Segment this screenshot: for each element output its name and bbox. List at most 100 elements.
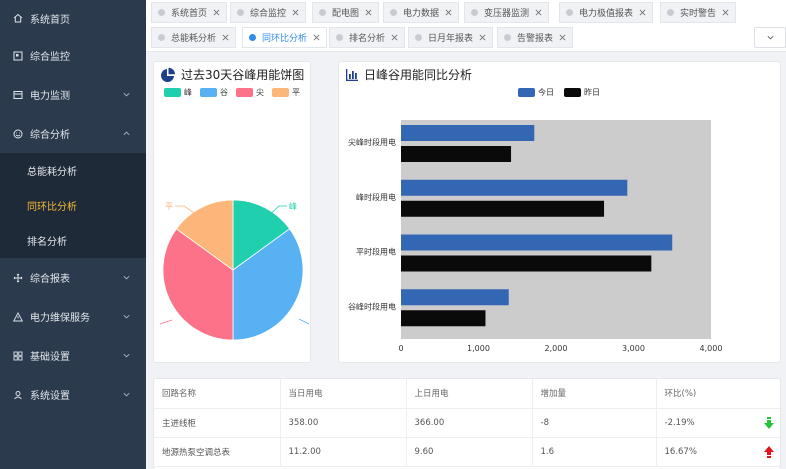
sub-item-yoy-analysis[interactable]: 同环比分析 (0, 188, 146, 223)
close-icon[interactable] (391, 34, 398, 41)
tab-label: 电力极值报表 (579, 9, 634, 19)
legend-item-ping[interactable]: 平 (272, 87, 300, 98)
nav-item-analysis[interactable]: 综合分析 (0, 114, 146, 153)
arrow-up-icon (764, 445, 774, 458)
table-header-cell: 增加量 (532, 379, 657, 409)
tab-label: 变压器监测 (484, 9, 530, 19)
tab-dot (237, 9, 244, 16)
nav-item-reports[interactable]: 综合报表 (0, 258, 146, 297)
bar-today-2[interactable] (401, 234, 673, 251)
tab-alarm-report[interactable]: 告警报表 (497, 27, 574, 48)
tab-menu-button[interactable] (754, 27, 786, 48)
sub-item-total-energy[interactable]: 总能耗分析 (0, 153, 146, 188)
home-icon (13, 13, 23, 23)
nav-label: 系统设置 (30, 391, 70, 402)
pie-label-feng: 峰 (289, 201, 297, 211)
tab-distribution[interactable]: 配电图 (312, 2, 380, 23)
grid-icon (13, 51, 23, 61)
user-icon (13, 390, 23, 400)
pie-chart-icon (161, 67, 175, 82)
bar-chart-card: 日峰谷用能同比分析 今日 昨日 尖峰时段用电 峰时段用电 平时段用电 谷峰时段用电 0 1… (338, 61, 781, 363)
nav-item-monitoring[interactable]: 综合监控 (0, 36, 146, 75)
tab-total-energy[interactable]: 总能耗分析 (151, 27, 237, 48)
table-header-row: 回路名称 当日用电 上日用电 增加量 环比(%) (154, 379, 780, 409)
tab-dot (158, 34, 165, 41)
nav-item-basic-settings[interactable]: 基础设置 (0, 336, 146, 375)
close-icon[interactable] (535, 9, 542, 16)
y-tick-label: 平时段用电 (356, 247, 396, 257)
tab-monitoring[interactable]: 综合监控 (230, 2, 307, 23)
bar-yesterday-1[interactable] (401, 200, 605, 217)
close-icon[interactable] (722, 9, 729, 16)
legend-label: 平 (292, 88, 300, 97)
tab-power-data[interactable]: 电力数据 (383, 2, 460, 23)
nav-item-home[interactable]: 系统首页 (0, 0, 146, 36)
chevron-up-icon (123, 131, 130, 136)
tab-dot (390, 9, 397, 16)
table-header-cell: 上日用电 (406, 379, 533, 409)
chevron-down-icon (123, 392, 130, 397)
data-table-card: 回路名称 当日用电 上日用电 增加量 环比(%) 主进线柜 358.00 366… (153, 378, 781, 469)
sub-item-ranking[interactable]: 排名分析 (0, 223, 146, 258)
nav-item-system-settings[interactable]: 系统设置 (0, 375, 146, 414)
tab-dot (336, 34, 343, 41)
leader-line-gu (298, 318, 310, 325)
bar-today-0[interactable] (401, 125, 535, 141)
table-header-cell: 当日用电 (280, 379, 407, 409)
tab-dot (471, 9, 478, 16)
tab-home[interactable]: 系统首页 (151, 2, 228, 23)
pie-card-header: 过去30天谷峰用能饼图 (160, 66, 304, 83)
legend-item-jian[interactable]: 尖 (236, 87, 264, 98)
close-icon[interactable] (313, 34, 320, 41)
bar-today-1[interactable] (401, 179, 628, 196)
table-row[interactable]: 主进线柜 358.00 366.00 -8 -2.19% (154, 408, 780, 438)
close-icon[interactable] (445, 9, 452, 16)
close-icon[interactable] (559, 34, 566, 41)
move-icon (13, 273, 23, 283)
arrow-down-icon (764, 416, 774, 429)
leader-line-jian (159, 319, 173, 325)
tab-realtime-alarm[interactable]: 实时警告 (660, 2, 737, 23)
table-header-cell: 回路名称 (154, 379, 281, 409)
close-icon[interactable] (213, 9, 220, 16)
close-icon[interactable] (365, 9, 372, 16)
tab-transformer[interactable]: 变压器监测 (464, 2, 550, 23)
legend-item-gu[interactable]: 谷 (200, 87, 228, 98)
tab-ranking[interactable]: 排名分析 (329, 27, 406, 48)
y-tick-label: 谷峰时段用电 (348, 301, 396, 311)
close-icon[interactable] (639, 9, 646, 16)
y-tick-label: 尖峰时段用电 (348, 137, 396, 147)
x-tick-label: 0 (398, 344, 403, 353)
tab-label: 同环比分析 (262, 34, 308, 44)
bar-card-header: 日峰谷用能同比分析 (345, 66, 472, 83)
nav-label: 基础设置 (30, 352, 70, 363)
bar-today-3[interactable] (401, 289, 509, 306)
tab-dot (249, 34, 256, 41)
legend-item-feng[interactable]: 峰 (164, 87, 192, 98)
chevron-down-icon (123, 353, 130, 358)
tab-label: 总能耗分析 (171, 34, 217, 44)
tab-extreme-report[interactable]: 电力极值报表 (559, 2, 654, 23)
nav-label: 综合监控 (30, 52, 70, 63)
nav-item-maintenance[interactable]: 电力维保服务 (0, 297, 146, 336)
tab-period-report[interactable]: 日月年报表 (408, 27, 494, 48)
table-cell: 1.6 (532, 437, 657, 467)
legend-swatch (200, 88, 217, 97)
close-icon[interactable] (292, 9, 299, 16)
tab-dot (415, 34, 422, 41)
pie-label-ping: 平 (165, 202, 173, 211)
nav-label: 综合报表 (30, 274, 70, 285)
bar-yesterday-0[interactable] (401, 146, 512, 162)
tab-yoy-analysis[interactable]: 同环比分析 (242, 27, 328, 48)
pie-legend: 峰 谷 尖 平 (164, 87, 300, 98)
tab-label: 排名分析 (349, 34, 386, 44)
table-cell: 9.60 (406, 437, 533, 467)
close-icon[interactable] (222, 34, 229, 41)
close-icon[interactable] (479, 34, 486, 41)
bar-yesterday-2[interactable] (401, 255, 652, 272)
table-row[interactable]: 地源热泵空调总表 11.2.00 9.60 1.6 16.67% (154, 437, 780, 467)
legend-label: 尖 (256, 88, 264, 97)
nav-item-power-monitor[interactable]: 电力监测 (0, 75, 146, 114)
bar-yesterday-3[interactable] (401, 310, 486, 327)
tab-label: 告警报表 (517, 34, 554, 44)
